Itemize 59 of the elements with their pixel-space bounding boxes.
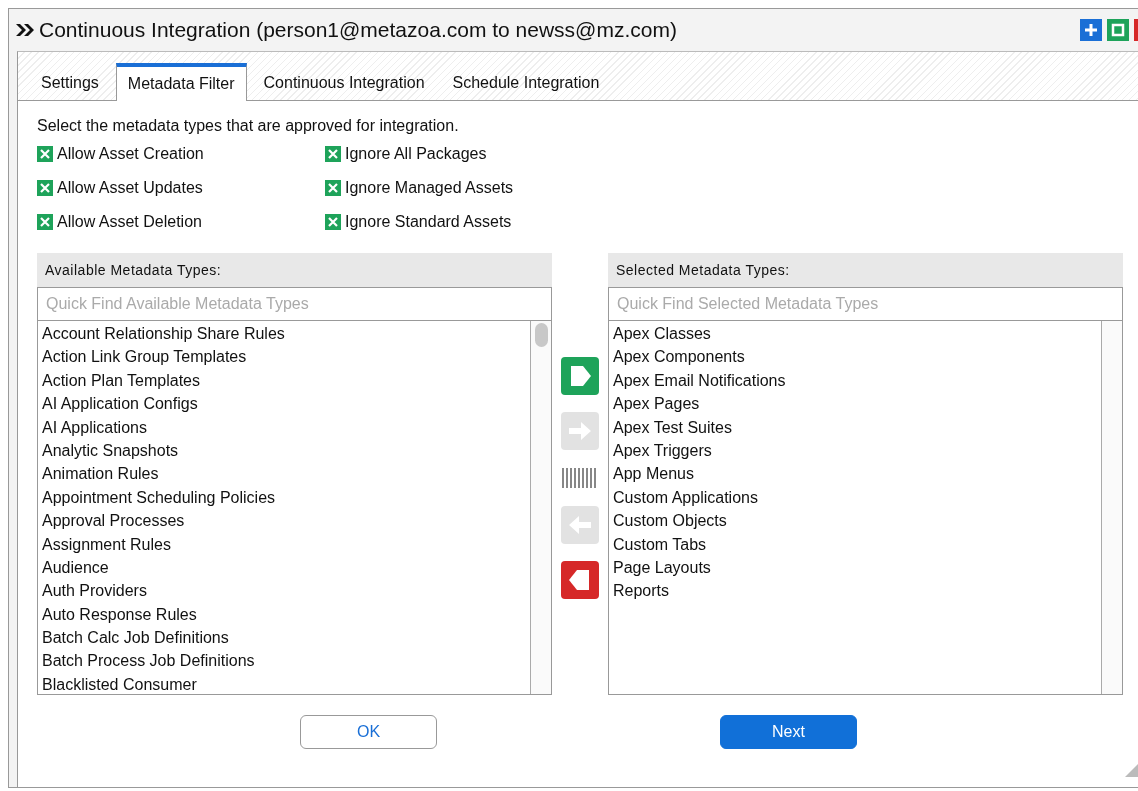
list-item[interactable]: Apex Triggers [609, 438, 1101, 463]
add-icon[interactable] [1080, 19, 1102, 41]
list-header: Available Metadata Types: [37, 253, 552, 287]
tab[interactable]: Settings [30, 66, 110, 100]
list-item[interactable]: Batch Process Job Definitions [38, 649, 530, 673]
maximize-icon[interactable] [1107, 19, 1129, 41]
list-item[interactable]: Action Link Group Templates [38, 345, 530, 369]
list-item[interactable]: AI Applications [38, 415, 530, 439]
instructions-text: Select the metadata types that are approved for integration. [37, 117, 460, 135]
list-item[interactable]: Custom Tabs [609, 532, 1101, 556]
checkbox-label: Allow Asset Creation [57, 145, 204, 163]
checkbox[interactable] [37, 180, 53, 196]
list-item[interactable]: Blacklisted Consumer [38, 672, 530, 694]
list-item[interactable]: Approval Processes [38, 509, 530, 533]
list-item[interactable]: Reports [609, 579, 1101, 603]
list-item[interactable]: Apex Classes [609, 322, 1101, 346]
window-title: Continuous Integration (person1@metazoa.com to newss@mz.com) [39, 18, 677, 42]
move-all-right-icon[interactable] [561, 357, 599, 395]
tab[interactable]: Schedule Integration [441, 66, 611, 100]
list-item[interactable]: App Menus [609, 462, 1101, 486]
list-item[interactable]: Custom Objects [609, 509, 1101, 533]
list-item[interactable]: Batch Calc Job Definitions [38, 626, 530, 650]
list-item[interactable]: Audience [38, 555, 530, 580]
list-item[interactable]: Auth Providers [38, 579, 530, 603]
double-arrow-icon [15, 21, 35, 39]
checkbox[interactable] [37, 214, 53, 230]
list-item[interactable]: Apex Email Notifications [609, 368, 1101, 393]
list-item[interactable]: Action Plan Templates [38, 368, 530, 393]
ok-button[interactable]: OK [300, 715, 437, 749]
list-item[interactable]: Apex Test Suites [609, 415, 1101, 439]
list-item[interactable]: AI Application Configs [38, 392, 530, 416]
list-item[interactable]: Auto Response Rules [38, 602, 530, 627]
checkbox[interactable] [37, 146, 53, 162]
scrollbar-thumb[interactable] [535, 323, 548, 347]
move-all-left-icon[interactable] [561, 561, 599, 599]
list-header: Selected Metadata Types: [608, 253, 1123, 287]
tab[interactable]: Metadata Filter [115, 63, 247, 101]
list-item[interactable]: Apex Components [609, 345, 1101, 369]
checkbox-label: Allow Asset Updates [57, 179, 203, 197]
list-item[interactable]: Apex Pages [609, 392, 1101, 416]
checkbox-label: Ignore Managed Assets [345, 179, 514, 197]
checkbox-label: Ignore Standard Assets [345, 213, 512, 231]
tab[interactable]: Continuous Integration [252, 66, 436, 100]
checkbox-label: Ignore All Packages [345, 145, 487, 163]
search-field[interactable]: Quick Find Selected Metadata Types [608, 287, 1123, 321]
next-button[interactable]: Next [720, 715, 857, 749]
search-field[interactable]: Quick Find Available Metadata Types [37, 287, 552, 321]
drag-handle-icon[interactable] [561, 467, 599, 489]
checkbox[interactable] [325, 146, 341, 162]
list-item[interactable]: Analytic Snapshots [38, 438, 530, 463]
list-item[interactable]: Assignment Rules [38, 532, 530, 556]
checkbox[interactable] [325, 180, 341, 196]
checkbox[interactable] [325, 214, 341, 230]
list-item[interactable]: Animation Rules [38, 462, 530, 486]
list-item[interactable]: Account Relationship Share Rules [38, 322, 530, 346]
list-item[interactable]: Page Layouts [609, 555, 1101, 580]
list-item[interactable]: Custom Applications [609, 485, 1101, 510]
list-item[interactable]: Appointment Scheduling Policies [38, 485, 530, 510]
checkbox-label: Allow Asset Deletion [57, 213, 202, 231]
